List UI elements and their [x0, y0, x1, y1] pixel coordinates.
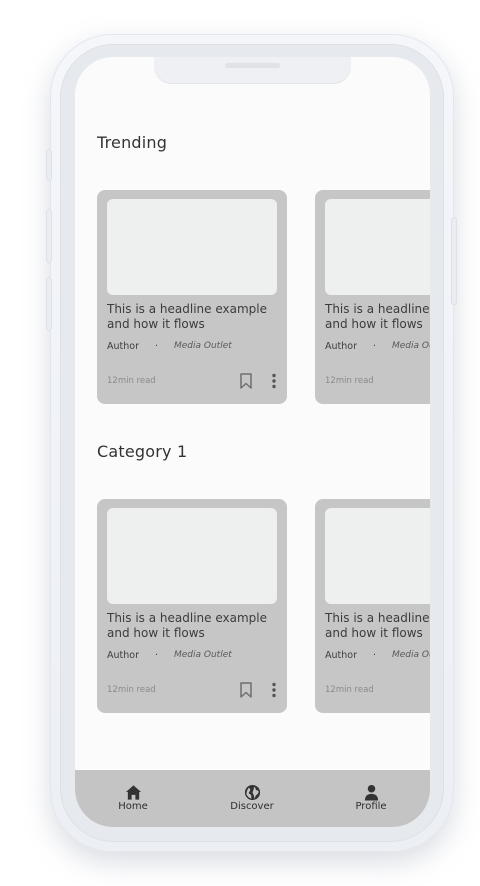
article-author: Author [107, 341, 139, 352]
more-options-icon[interactable] [271, 682, 277, 698]
carousel-category-1[interactable]: This is a headline example and how it fl… [97, 499, 430, 713]
article-outlet: Media Outlet [392, 650, 430, 660]
tab-home[interactable]: Home [83, 770, 183, 827]
bookmark-icon[interactable] [239, 373, 253, 389]
article-card[interactable]: This is a headline example and how it fl… [97, 499, 287, 713]
article-card[interactable]: This is a headline example and how it fl… [315, 190, 430, 404]
globe-icon [244, 784, 261, 801]
article-outlet: Media Outlet [174, 341, 232, 351]
bottom-tab-bar: Home Discover Profile [75, 770, 430, 827]
article-outlet: Media Outlet [392, 341, 430, 351]
meta-separator: · [373, 341, 377, 352]
read-time: 12min read [107, 376, 156, 386]
volume-down-button [47, 278, 51, 330]
tab-label: Profile [355, 801, 387, 812]
section-title-trending: Trending [97, 133, 168, 152]
tab-discover[interactable]: Discover [202, 770, 302, 827]
article-headline: This is a headline example and how it fl… [107, 611, 267, 640]
article-author: Author [325, 341, 357, 352]
meta-separator: · [373, 650, 377, 661]
article-author: Author [107, 650, 139, 661]
mute-switch [47, 150, 51, 180]
read-time: 12min read [325, 376, 374, 386]
meta-separator: · [155, 341, 159, 352]
home-icon [125, 785, 142, 800]
speaker-grille [225, 63, 280, 68]
volume-up-button [47, 210, 51, 262]
person-icon [364, 784, 379, 801]
article-thumbnail [325, 508, 430, 604]
article-thumbnail [107, 508, 277, 604]
tab-profile[interactable]: Profile [321, 770, 421, 827]
article-thumbnail [107, 199, 277, 295]
article-thumbnail [325, 199, 430, 295]
app-screen: Trending This is a headline example and … [75, 57, 430, 827]
more-options-icon[interactable] [271, 373, 277, 389]
article-headline: This is a headline example and how it fl… [107, 302, 267, 331]
read-time: 12min read [107, 685, 156, 695]
notch [154, 57, 351, 84]
read-time: 12min read [325, 685, 374, 695]
article-outlet: Media Outlet [174, 650, 232, 660]
bookmark-icon[interactable] [239, 682, 253, 698]
carousel-trending[interactable]: This is a headline example and how it fl… [97, 190, 430, 404]
article-author: Author [325, 650, 357, 661]
article-card[interactable]: This is a headline example and how it fl… [97, 190, 287, 404]
article-headline: This is a headline example and how it fl… [325, 611, 430, 640]
tab-label: Home [118, 801, 148, 812]
meta-separator: · [155, 650, 159, 661]
article-card[interactable]: This is a headline example and how it fl… [315, 499, 430, 713]
tab-label: Discover [230, 801, 274, 812]
section-title-category-1: Category 1 [97, 442, 188, 461]
article-headline: This is a headline example and how it fl… [325, 302, 430, 331]
power-button [452, 218, 456, 304]
